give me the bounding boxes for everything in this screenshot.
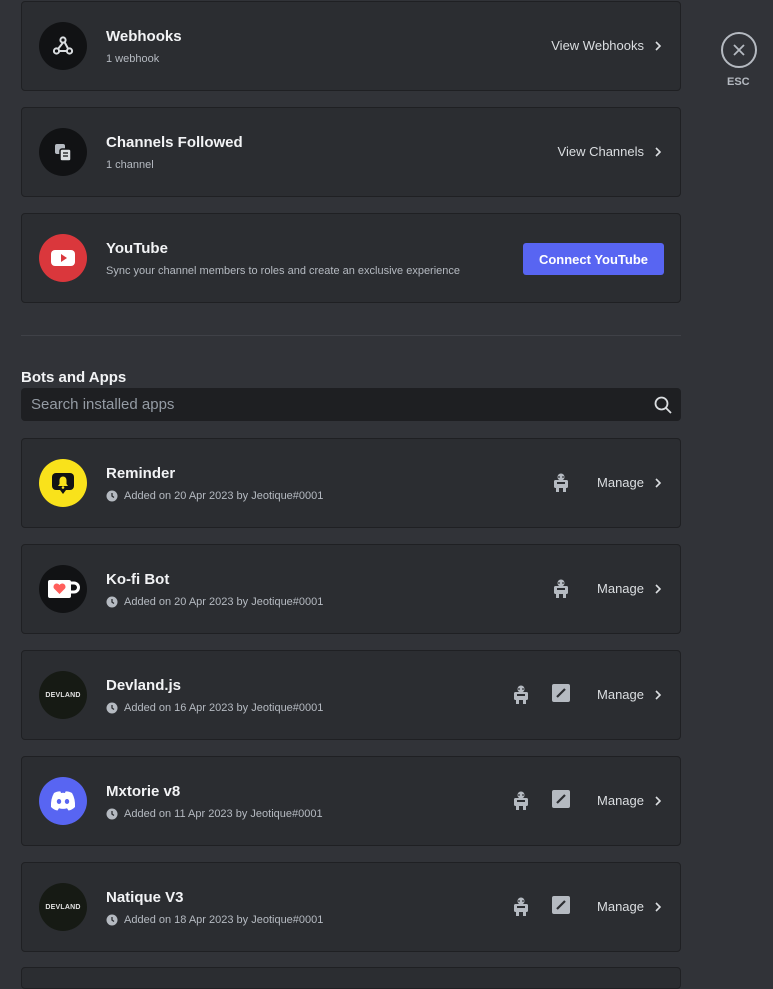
mxtorie-avatar bbox=[39, 777, 87, 825]
app-row: Mxtorie v8 Added on 11 Apr 2023 by Jeoti… bbox=[21, 756, 681, 846]
app-row: DEVLAND Devland.js Added on 16 Apr 2023 … bbox=[21, 650, 681, 740]
channels-followed-count: 1 channel bbox=[106, 159, 154, 171]
chevron-right-icon bbox=[655, 689, 662, 700]
app-row: DEVLAND Natique V3 Added on 18 Apr 2023 … bbox=[21, 862, 681, 952]
view-channels-button[interactable]: View Channels bbox=[558, 144, 664, 159]
close-button[interactable] bbox=[721, 32, 757, 68]
manage-label: Manage bbox=[597, 899, 644, 914]
view-channels-label: View Channels bbox=[557, 144, 644, 159]
clock-icon bbox=[106, 808, 118, 820]
webhook-icon bbox=[52, 36, 74, 55]
app-added-info: Added on 11 Apr 2023 by Jeotique#0001 bbox=[106, 808, 323, 820]
devland-logo-text: DEVLAND bbox=[45, 903, 81, 911]
app-added-text: Added on 20 Apr 2023 by Jeotique#0001 bbox=[124, 596, 324, 608]
bot-icon bbox=[514, 685, 528, 704]
bell-icon bbox=[52, 473, 74, 494]
view-webhooks-button[interactable]: View Webhooks bbox=[551, 38, 664, 53]
youtube-title: YouTube bbox=[106, 240, 168, 257]
app-row-partial bbox=[21, 967, 681, 989]
chevron-right-icon bbox=[655, 146, 662, 157]
bots-and-apps-heading: Bots and Apps bbox=[21, 369, 127, 386]
discord-icon bbox=[50, 791, 76, 811]
chevron-right-icon bbox=[655, 477, 662, 488]
bot-icon bbox=[554, 473, 568, 492]
manage-button[interactable]: Manage bbox=[597, 793, 664, 808]
manage-button[interactable]: Manage bbox=[597, 475, 664, 490]
chevron-right-icon bbox=[655, 901, 662, 912]
close-icon bbox=[733, 44, 745, 56]
manage-label: Manage bbox=[597, 475, 644, 490]
slash-commands-icon bbox=[552, 790, 570, 808]
app-added-text: Added on 11 Apr 2023 by Jeotique#0001 bbox=[124, 808, 323, 820]
app-name: Devland.js bbox=[106, 677, 182, 694]
youtube-description: Sync your channel members to roles and c… bbox=[106, 265, 461, 277]
youtube-card: YouTube Sync your channel members to rol… bbox=[21, 213, 681, 303]
esc-label: ESC bbox=[727, 76, 750, 88]
chevron-right-icon bbox=[655, 40, 662, 51]
reminder-avatar bbox=[39, 459, 87, 507]
manage-label: Manage bbox=[597, 793, 644, 808]
slash-commands-icon bbox=[552, 896, 570, 914]
channels-followed-avatar bbox=[39, 128, 87, 176]
app-row: Ko-fi Bot Added on 20 Apr 2023 by Jeotiq… bbox=[21, 544, 681, 634]
webhook-avatar bbox=[39, 22, 87, 70]
chevron-right-icon bbox=[655, 795, 662, 806]
bot-icon bbox=[554, 579, 568, 598]
section-divider bbox=[21, 335, 681, 336]
app-added-info: Added on 20 Apr 2023 by Jeotique#0001 bbox=[106, 596, 323, 608]
manage-label: Manage bbox=[597, 687, 644, 702]
manage-button[interactable]: Manage bbox=[597, 687, 664, 702]
channels-followed-title: Channels Followed bbox=[106, 134, 243, 151]
app-name: Natique V3 bbox=[106, 889, 184, 906]
connect-youtube-button[interactable]: Connect YouTube bbox=[522, 243, 664, 275]
youtube-avatar bbox=[39, 234, 87, 282]
kofi-avatar bbox=[39, 565, 87, 613]
devland-logo-text: DEVLAND bbox=[45, 691, 81, 699]
bot-icon bbox=[514, 791, 528, 810]
bot-icon bbox=[514, 897, 528, 916]
app-name: Mxtorie v8 bbox=[106, 783, 181, 800]
search-bar bbox=[21, 388, 681, 421]
app-added-text: Added on 18 Apr 2023 by Jeotique#0001 bbox=[124, 914, 324, 926]
youtube-icon bbox=[51, 250, 75, 266]
app-added-text: Added on 20 Apr 2023 by Jeotique#0001 bbox=[124, 490, 324, 502]
devland-avatar: DEVLAND bbox=[39, 671, 87, 719]
view-webhooks-label: View Webhooks bbox=[551, 38, 644, 53]
chevron-right-icon bbox=[655, 583, 662, 594]
app-added-text: Added on 16 Apr 2023 by Jeotique#0001 bbox=[124, 702, 324, 714]
clock-icon bbox=[106, 490, 118, 502]
webhooks-count: 1 webhook bbox=[106, 53, 160, 65]
app-row: Reminder Added on 20 Apr 2023 by Jeotiqu… bbox=[21, 438, 681, 528]
kofi-cup-icon bbox=[48, 580, 80, 598]
clock-icon bbox=[106, 702, 118, 714]
app-added-info: Added on 20 Apr 2023 by Jeotique#0001 bbox=[106, 490, 323, 502]
manage-label: Manage bbox=[597, 581, 644, 596]
channels-followed-card: Channels Followed 1 channel View Channel… bbox=[21, 107, 681, 197]
natique-avatar: DEVLAND bbox=[39, 883, 87, 931]
webhooks-card: Webhooks 1 webhook View Webhooks bbox=[21, 1, 681, 91]
webhooks-title: Webhooks bbox=[106, 28, 182, 45]
channels-followed-icon bbox=[55, 144, 72, 162]
app-name: Ko-fi Bot bbox=[106, 571, 170, 588]
clock-icon bbox=[106, 596, 118, 608]
app-name: Reminder bbox=[106, 465, 176, 482]
search-input[interactable] bbox=[21, 395, 653, 414]
slash-commands-icon bbox=[552, 684, 570, 702]
clock-icon bbox=[106, 914, 118, 926]
app-added-info: Added on 18 Apr 2023 by Jeotique#0001 bbox=[106, 914, 323, 926]
search-icon[interactable] bbox=[653, 395, 673, 415]
manage-button[interactable]: Manage bbox=[597, 899, 664, 914]
app-added-info: Added on 16 Apr 2023 by Jeotique#0001 bbox=[106, 702, 323, 714]
manage-button[interactable]: Manage bbox=[597, 581, 664, 596]
